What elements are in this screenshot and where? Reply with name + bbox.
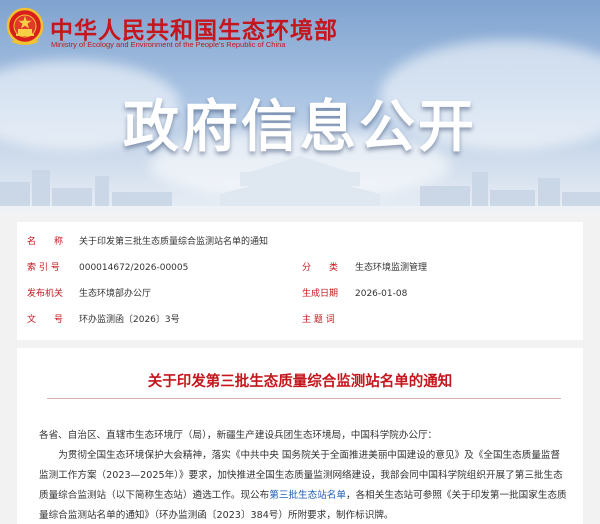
- category-value: 生态环境监测管理: [355, 263, 428, 273]
- index-value: 000014672/2026-00005: [79, 263, 189, 273]
- banner-title: 政府信息公开: [123, 95, 477, 160]
- title-divider: [47, 398, 561, 399]
- date-value: 2026-01-08: [355, 289, 408, 299]
- name-label: 名 称: [27, 237, 64, 247]
- document-info-card: 名 称 关于印发第三批生态质量综合监测站名单的通知 索 引 号 00001467…: [17, 222, 583, 340]
- header-banner: 中华人民共和国生态环境部 Ministry of Ecology and Env…: [0, 0, 600, 212]
- logo-area[interactable]: 中华人民共和国生态环境部 Ministry of Ecology and Env…: [0, 0, 600, 60]
- body-paragraph: 为贯彻全国生态环境保护大会精神，落实《中共中央 国务院关于全面推进美丽中国建设的…: [39, 446, 569, 524]
- date-label: 生成日期: [302, 289, 339, 299]
- document-body: 各省、自治区、直辖市生态环境厅（局），新疆生产建设兵团生态环境局，中国科学院办公…: [39, 426, 569, 524]
- document-content-card: 关于印发第三批生态质量综合监测站名单的通知 各省、自治区、直辖市生态环境厅（局）…: [17, 348, 583, 524]
- docno-label: 文 号: [27, 315, 64, 325]
- info-row-issuer: 发布机关 生态环境部办公厅 生成日期 2026-01-08: [17, 281, 583, 307]
- station-list-link[interactable]: 第三批生态站名单: [269, 490, 346, 501]
- issuer-label: 发布机关: [27, 289, 64, 299]
- info-row-docno: 文 号 环办监测函〔2026〕3号 主 题 词: [17, 307, 583, 333]
- docno-value: 环办监测函〔2026〕3号: [79, 315, 180, 325]
- ministry-name-en: Ministry of Ecology and Environment of t…: [51, 40, 286, 49]
- salutation-paragraph: 各省、自治区、直辖市生态环境厅（局），新疆生产建设兵团生态环境局，中国科学院办公…: [39, 426, 569, 446]
- salutation-text: 各省、自治区、直辖市生态环境厅（局），新疆生产建设兵团生态环境局，中国科学院办公…: [39, 430, 438, 441]
- category-label: 分 类: [302, 263, 339, 273]
- national-emblem-icon: [6, 7, 44, 45]
- index-label: 索 引 号: [27, 263, 60, 273]
- info-row-index: 索 引 号 000014672/2026-00005 分 类 生态环境监测管理: [17, 255, 583, 281]
- document-title: 关于印发第三批生态质量综合监测站名单的通知: [147, 374, 453, 390]
- name-value: 关于印发第三批生态质量综合监测站名单的通知: [79, 237, 269, 247]
- issuer-value: 生态环境部办公厅: [79, 289, 152, 299]
- info-row-name: 名 称 关于印发第三批生态质量综合监测站名单的通知: [17, 229, 583, 255]
- keyword-label: 主 题 词: [302, 315, 335, 325]
